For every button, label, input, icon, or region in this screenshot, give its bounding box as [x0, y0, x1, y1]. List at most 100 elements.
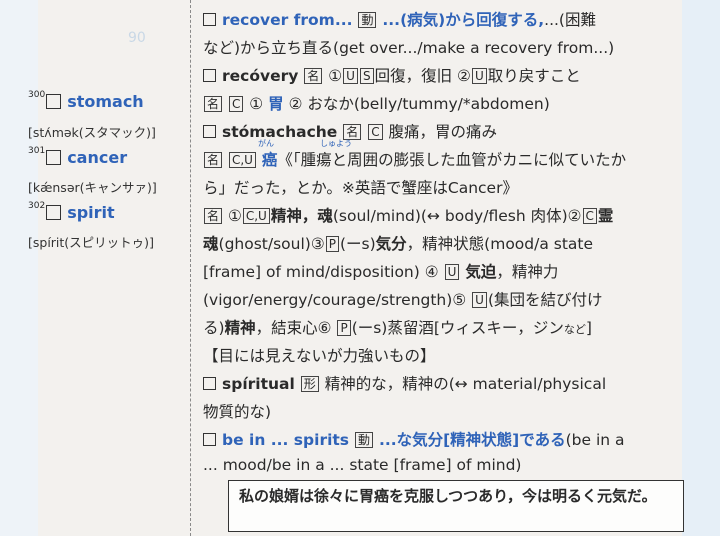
- left-margin-tint: [0, 0, 38, 536]
- sense-number: ②: [567, 207, 582, 225]
- meaning: 精神的な，精神の(↔ material/physical: [324, 375, 607, 393]
- countability-badge: C: [368, 124, 383, 140]
- checkbox-icon[interactable]: [203, 13, 216, 26]
- countability-badge: U: [471, 68, 487, 84]
- headword-number: 302: [28, 201, 46, 211]
- meaning: (soul/mind)(↔ body/flesh 肉体): [332, 207, 568, 225]
- meaning: (ーs)蒸留酒[ウィスキー，ジン: [351, 319, 564, 337]
- meaning: おなか(belly/tummy/*abdomen): [307, 95, 550, 113]
- meaning: 回復，復旧: [374, 67, 453, 85]
- derived-word: recóvery: [222, 67, 299, 85]
- entry-line: など)から立ち直る(get over.../make a recovery fr…: [203, 39, 615, 57]
- pos-badge: 名: [304, 68, 323, 84]
- headword-number: 301: [28, 146, 46, 156]
- headword-cancer: 301 cancer: [28, 146, 127, 167]
- meaning: ，精神力: [496, 263, 559, 281]
- phrase: recover from...: [222, 11, 353, 29]
- headword-spirit: 302 spirit: [28, 201, 115, 222]
- meaning: る): [203, 319, 225, 337]
- meaning: ]: [585, 319, 592, 337]
- meaning: (ーs): [339, 235, 376, 253]
- entry-spirit-def: 名 ① C,U 精神，魂(soul/mind)(↔ body/flesh 肉体)② C…: [203, 204, 613, 226]
- small-note: など: [563, 323, 586, 336]
- headword-text: stomach: [67, 92, 144, 111]
- sense-number: ①: [249, 95, 264, 113]
- column-divider: [190, 0, 191, 536]
- entry-cancer-def: 名 C,U 癌《「腫瘍と周囲の膨張した血管がカニに似ていたか: [203, 148, 626, 170]
- meaning: ...(病気)から回復する,: [382, 11, 545, 29]
- sense-number: ①: [227, 207, 242, 225]
- main-meaning: 精神，魂: [270, 207, 333, 225]
- checkbox-icon[interactable]: [46, 205, 62, 220]
- meaning-tail: (be in a: [565, 431, 625, 449]
- meaning: ，精神状態(mood/a state: [406, 235, 594, 253]
- meaning: ...な気分[精神状態]である: [378, 431, 566, 449]
- checkbox-icon[interactable]: [46, 150, 62, 165]
- entry-recovery: recóvery 名 ① U S 回復，復旧 ② U 取り戻すこと: [203, 64, 581, 86]
- derived-word: spíritual: [222, 375, 295, 393]
- pos-badge: 動: [354, 432, 373, 448]
- meaning: [frame] of mind/disposition): [203, 263, 420, 281]
- sense-number: ⑤: [452, 291, 467, 309]
- sense-number: ③: [310, 235, 325, 253]
- pos-badge: 名: [204, 152, 223, 168]
- sense-number: ①: [328, 67, 343, 85]
- countability-badge: U: [343, 68, 358, 84]
- checkbox-icon[interactable]: [203, 69, 216, 82]
- entry-core-image: 【目には見えないが力強いもの】: [203, 347, 436, 365]
- checkbox-icon[interactable]: [203, 125, 216, 138]
- meaning: ，結束心: [255, 319, 318, 337]
- main-meaning: 精神: [224, 319, 256, 337]
- pronunciation: [stʌ́mək(スタマック)]: [28, 125, 156, 140]
- meaning: (ghost/soul): [218, 235, 311, 253]
- main-meaning: 魂: [203, 235, 219, 253]
- entry-recover-from: recover from... 動 ...(病気)から回復する,...(困難: [203, 8, 596, 30]
- countability-badge: P: [325, 236, 339, 252]
- entry-spiritual: spíritual 形 精神的な，精神の(↔ material/physical: [203, 372, 606, 394]
- checkbox-icon[interactable]: [46, 94, 62, 109]
- main-meaning: 気分: [375, 235, 407, 253]
- pos-badge: 形: [300, 376, 319, 392]
- meaning: (vigor/energy/courage/strength): [203, 291, 453, 309]
- sense-number: ⑥: [317, 319, 332, 337]
- countability-badge: S: [359, 68, 374, 84]
- pos-badge: 動: [358, 12, 377, 28]
- checkbox-icon[interactable]: [203, 377, 216, 390]
- right-margin-tint: [682, 0, 720, 536]
- countability-badge: C,U: [228, 152, 256, 168]
- pos-badge: 名: [204, 96, 223, 112]
- entry-line: 物質的な): [203, 403, 272, 421]
- entry-line: (vigor/energy/courage/strength)⑤ U (集団を結び…: [203, 288, 603, 310]
- entry-line: 魂(ghost/soul)③ P (ーs)気分，精神状態(mood/a state: [203, 232, 593, 254]
- main-meaning: 胃: [268, 95, 284, 113]
- entry-be-in-spirits: be in ... spirits 動 ...な気分[精神状態]である(be i…: [203, 428, 625, 450]
- entry-stomach-def: 名 C ① 胃 ② おなか(belly/tummy/*abdomen): [203, 92, 550, 114]
- headword-text: spirit: [67, 203, 115, 222]
- countability-badge: U: [472, 292, 487, 308]
- meaning: 取り戻すこと: [487, 67, 581, 85]
- sense-number: ④: [424, 263, 439, 281]
- main-meaning: 癌: [261, 151, 278, 169]
- entry-line: [frame] of mind/disposition) ④ U 気迫，精神力: [203, 260, 558, 282]
- sense-number: ②: [288, 95, 303, 113]
- countability-badge: C: [228, 96, 244, 112]
- pronunciation: [spírit(スピリットゥ)]: [28, 235, 154, 250]
- meaning: (集団を結び付け: [487, 291, 603, 309]
- pos-badge: 名: [204, 208, 223, 224]
- checkbox-icon[interactable]: [203, 433, 216, 446]
- headword-stomach: 300 stomach: [28, 90, 144, 111]
- main-meaning: 霊: [597, 207, 614, 225]
- meaning: 《「腫瘍と周囲の膨張した血管がカニに似ていたか: [277, 151, 627, 169]
- countability-badge: C: [582, 208, 597, 224]
- sense-number: ②: [457, 67, 471, 85]
- pronunciation: [kǽnsər(キャンサァ)]: [28, 180, 157, 195]
- meaning: 腹痛，胃の痛み: [388, 123, 498, 141]
- main-meaning: 気迫: [465, 263, 497, 281]
- phrase: be in ... spirits: [222, 431, 350, 449]
- entry-line: ら」だった，とか。※英語で蟹座はCancer》: [203, 179, 518, 197]
- headword-number: 300: [28, 90, 46, 100]
- countability-badge: U: [444, 264, 460, 280]
- example-sentence-box: 私の娘婿は徐々に胃癌を克服しつつあり，今は明るく元気だ。: [228, 480, 684, 532]
- entry-line: る)精神，結束心⑥ P (ーs)蒸留酒[ウィスキー，ジンなど]: [203, 316, 592, 338]
- countability-badge: C,U: [242, 208, 270, 224]
